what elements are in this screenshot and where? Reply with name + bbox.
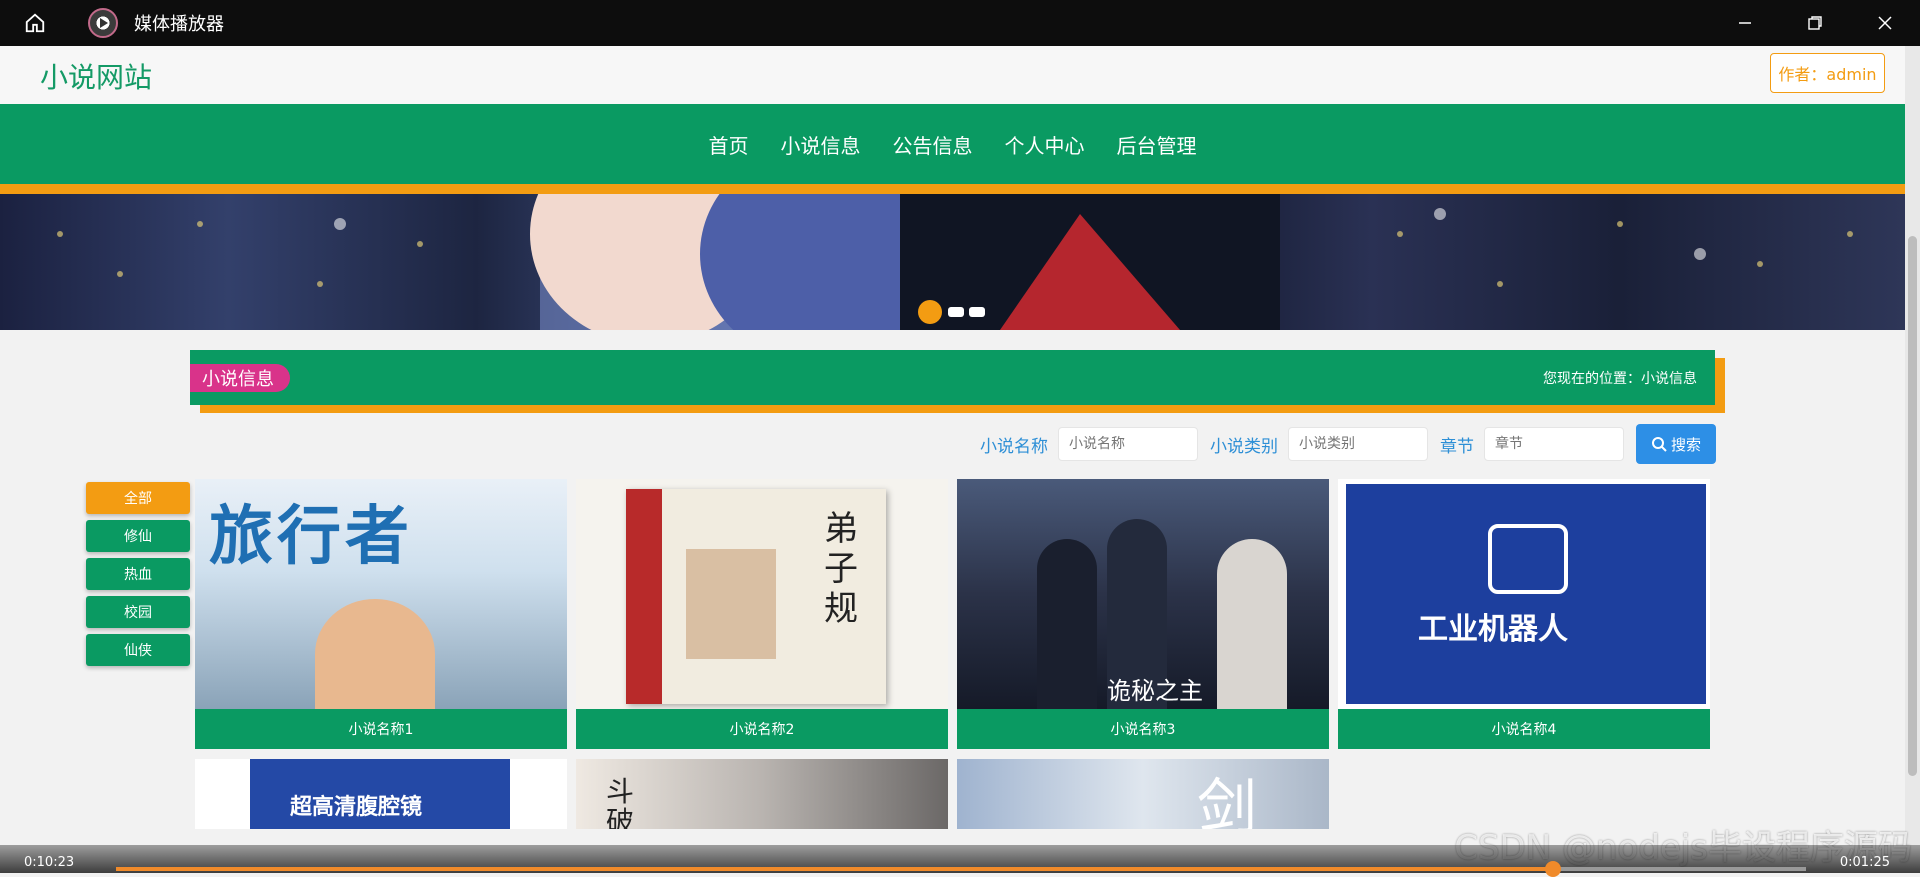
home-button[interactable] [0,0,70,46]
search-icon [1651,437,1667,452]
seek-bar-fill [116,867,1553,871]
seek-bar-thumb[interactable] [1544,861,1561,877]
minimize-button[interactable] [1710,0,1780,46]
chapter-label: 章节 [1440,436,1474,457]
novel-title-2[interactable]: 小说名称2 [576,709,948,749]
close-icon [1878,16,1892,30]
name-label: 小说名称 [980,436,1048,457]
carousel-indicators [918,300,990,324]
novel-cover-1[interactable]: 旅行者 [195,479,567,709]
player-titlebar: 媒体播放器 [0,0,1920,46]
novel-title-4[interactable]: 小说名称4 [1338,709,1710,749]
nav-profile[interactable]: 个人中心 [1005,124,1085,165]
novel-card-3[interactable]: 诡秘之主 小说名称3 [957,479,1329,749]
search-bar: 小说名称 小说类别 章节 搜索 [980,424,1716,464]
category-label: 小说类别 [1210,436,1278,457]
novel-cover-7[interactable]: 剑 [957,759,1329,829]
category-xianxia[interactable]: 仙侠 [86,634,190,666]
banner-carousel[interactable] [0,194,1905,330]
novel-card-6[interactable]: 斗破 [576,759,948,829]
restore-button[interactable] [1780,0,1850,46]
cover-title-4: 工业机器人 [1418,612,1568,647]
novel-card-2[interactable]: 弟子规 小说名称2 [576,479,948,749]
seek-bar[interactable] [116,861,1806,877]
cover-title-5: 超高清腹腔镜 [290,795,423,820]
novel-card-1[interactable]: 旅行者 小说名称1 [195,479,567,749]
nav-admin[interactable]: 后台管理 [1117,124,1197,165]
novel-cover-2[interactable]: 弟子规 [576,479,948,709]
page-scrollbar[interactable] [1905,46,1920,845]
minimize-icon [1739,22,1751,24]
scrollbar-thumb[interactable] [1908,236,1917,776]
category-xiaoyuan[interactable]: 校园 [86,596,190,628]
carousel-dot-1[interactable] [918,300,942,324]
elapsed-time: 0:10:23 [24,855,75,870]
search-button[interactable]: 搜索 [1636,424,1716,464]
novel-title-3[interactable]: 小说名称3 [957,709,1329,749]
author-button[interactable]: 作者：admin [1770,53,1885,93]
site-logo[interactable]: 小说网站 [40,56,152,96]
cover-title-3: 诡秘之主 [1107,677,1203,705]
cover-title-7: 剑 [1197,773,1257,829]
carousel-dot-2[interactable] [948,307,964,317]
home-icon [25,13,45,33]
nav-accent-stripe [0,184,1905,194]
category-xiuxian[interactable]: 修仙 [86,520,190,552]
category-sidebar: 全部 修仙 热血 校园 仙侠 [86,482,190,672]
window-title: 媒体播放器 [134,14,224,35]
cover-title-2: 弟子规 [824,509,858,629]
nav-novels[interactable]: 小说信息 [781,124,861,165]
novel-cover-3[interactable]: 诡秘之主 [957,479,1329,709]
novel-title-1[interactable]: 小说名称1 [195,709,567,749]
close-button[interactable] [1850,0,1920,46]
cover-title-6: 斗破 [606,775,635,830]
restore-icon [1808,16,1822,30]
total-time: 0:01:25 [1839,855,1890,870]
chapter-input[interactable] [1484,427,1624,461]
novel-cover-4[interactable]: 工业机器人 [1338,479,1710,709]
novel-card-7[interactable]: 剑 [957,759,1329,829]
novel-cover-5[interactable]: 超高清腹腔镜 [195,759,567,829]
cover-title-1: 旅行者 [209,500,413,574]
breadcrumb: 您现在的位置：小说信息 [1543,371,1697,387]
player-controls: 0:10:23 0:01:25 [0,845,1920,877]
section-header: 小说信息 您现在的位置：小说信息 [190,350,1715,405]
nav-home[interactable]: 首页 [709,124,749,165]
main-nav: 首页 小说信息 公告信息 个人中心 后台管理 [0,104,1905,184]
site-header: 小说网站 作者：admin [0,46,1905,104]
novel-cover-6[interactable]: 斗破 [576,759,948,829]
category-all[interactable]: 全部 [86,482,190,514]
search-button-label: 搜索 [1670,435,1701,454]
novel-category-input[interactable] [1288,427,1428,461]
carousel-dot-3[interactable] [969,307,985,317]
category-rexue[interactable]: 热血 [86,558,190,590]
media-player-icon [88,8,118,38]
novel-name-input[interactable] [1058,427,1198,461]
novel-card-5[interactable]: 超高清腹腔镜 [195,759,567,829]
section-title: 小说信息 [190,364,290,392]
novel-card-4[interactable]: 工业机器人 小说名称4 [1338,479,1710,749]
nav-announcements[interactable]: 公告信息 [893,124,973,165]
